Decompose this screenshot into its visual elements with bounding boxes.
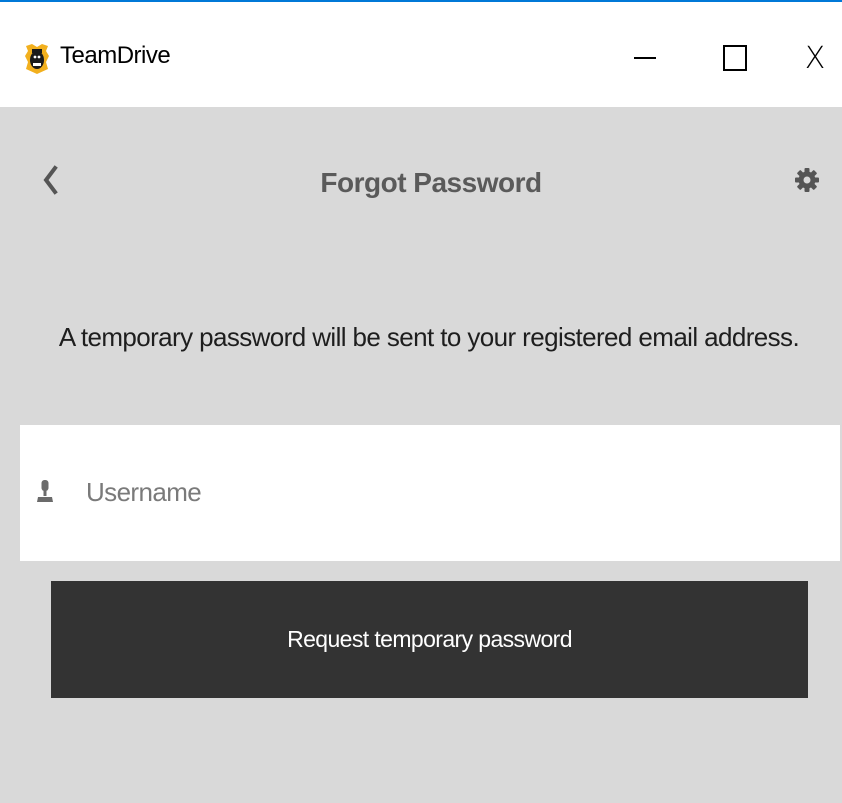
request-temporary-password-button[interactable]: Request temporary password bbox=[51, 581, 808, 698]
minimize-button[interactable] bbox=[615, 28, 675, 88]
page-title: Forgot Password bbox=[320, 167, 542, 198]
username-input[interactable] bbox=[86, 469, 806, 515]
gear-icon bbox=[795, 168, 819, 192]
info-text: A temporary password will be sent to you… bbox=[58, 322, 800, 352]
maximize-button[interactable] bbox=[705, 28, 765, 88]
title-bar-accent-line bbox=[0, 0, 842, 2]
title-bar[interactable]: TeamDrive X bbox=[0, 0, 842, 107]
settings-button[interactable] bbox=[790, 163, 824, 197]
minimize-icon bbox=[634, 57, 656, 59]
app-window: TeamDrive X Forgot Password A temporary … bbox=[0, 0, 842, 803]
maximize-icon bbox=[723, 45, 747, 71]
close-button[interactable]: X bbox=[785, 28, 842, 88]
page-header: Forgot Password bbox=[0, 107, 842, 257]
window-title: TeamDrive bbox=[60, 42, 171, 69]
teamdrive-logo-icon bbox=[25, 44, 49, 74]
user-icon bbox=[37, 480, 53, 502]
username-field-row bbox=[20, 425, 840, 561]
close-icon: X bbox=[804, 40, 826, 76]
